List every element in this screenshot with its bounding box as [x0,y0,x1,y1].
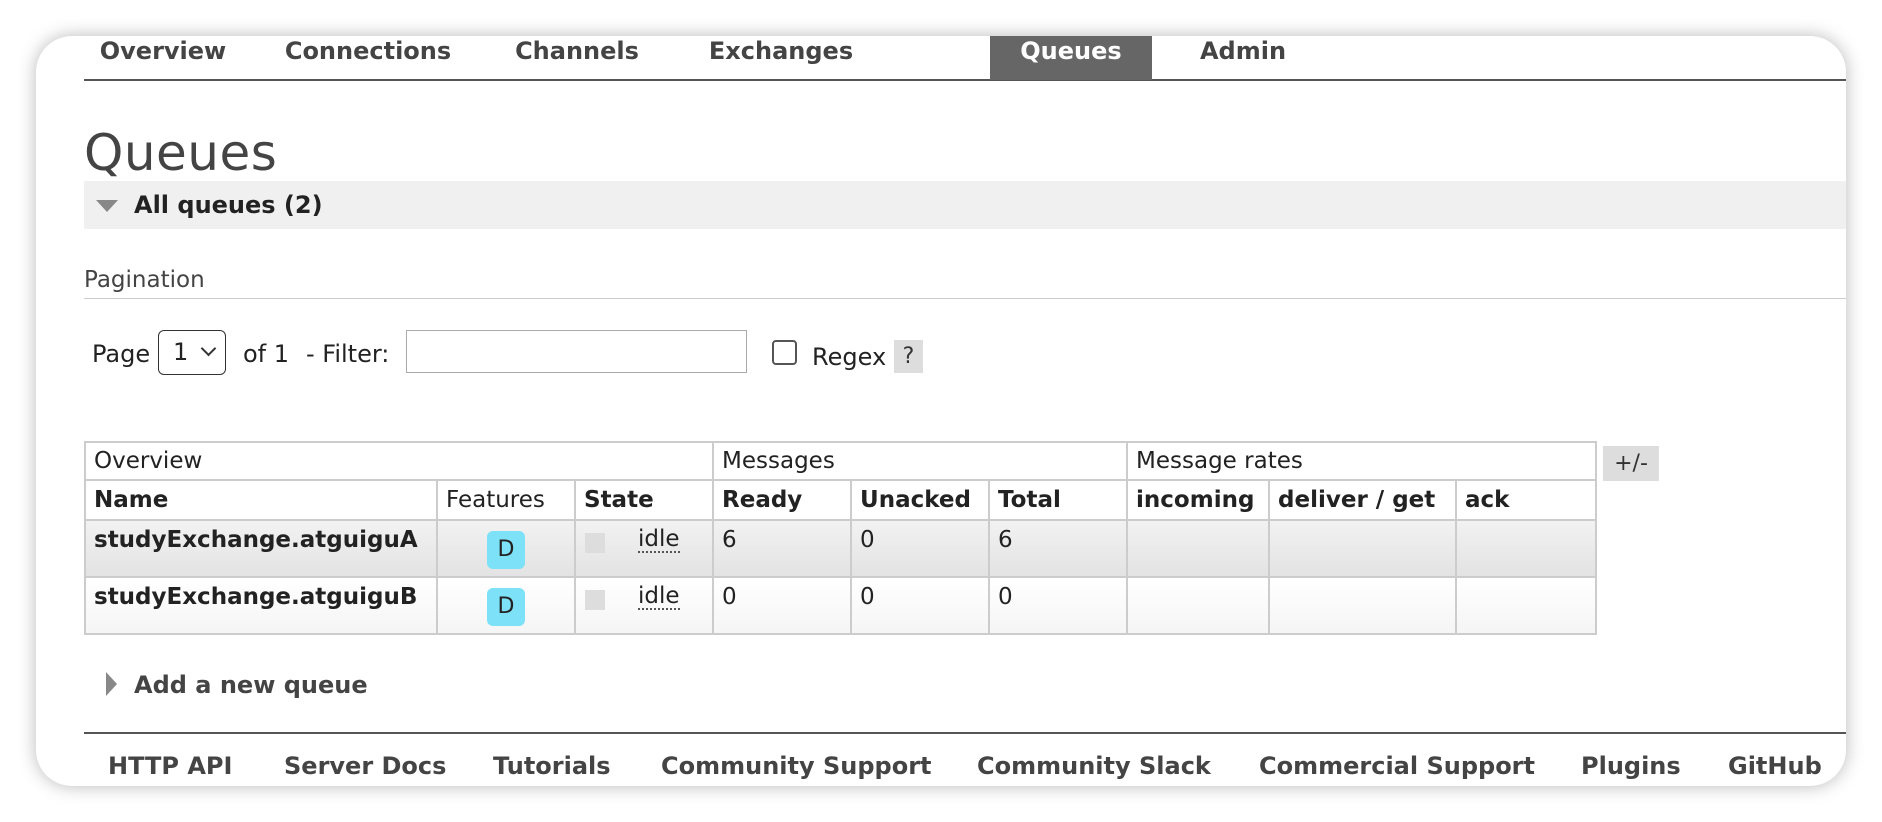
state-cell: idle [573,576,715,635]
all-queues-section-toggle[interactable]: All queues (2) [84,181,1846,229]
features-cell: D [436,576,576,635]
total-count: 6 [988,519,1129,578]
footer-link-community-slack[interactable]: Community Slack [977,752,1211,780]
column-header-name[interactable]: Name [84,479,438,521]
unacked-count: 0 [850,576,991,635]
durable-badge: D [487,531,525,569]
page-select[interactable]: 1 [158,330,226,375]
regex-help-button[interactable]: ? [894,340,923,373]
page-title: Queues [84,124,278,182]
incoming-rate [1126,519,1271,578]
nav-channels[interactable]: Channels [492,36,662,80]
state-indicator-icon [585,590,605,610]
unacked-count: 0 [850,519,991,578]
total-count: 0 [988,576,1129,635]
footer-divider [84,732,1846,734]
durable-badge: D [487,588,525,626]
nav-admin[interactable]: Admin [1182,36,1304,80]
footer-link-tutorials[interactable]: Tutorials [493,752,611,780]
ack-rate [1455,519,1598,578]
collapse-triangle-icon [96,200,118,212]
ready-count: 6 [712,519,853,578]
filter-label: - Filter: [306,340,390,368]
column-header-deliver-get[interactable]: deliver / get [1268,479,1458,521]
nav-overview[interactable]: Overview [84,36,242,80]
column-header-features: Features [436,479,576,521]
expand-triangle-icon [106,672,117,696]
ack-rate [1455,576,1598,635]
column-header-state[interactable]: State [573,479,715,521]
nav-exchanges[interactable]: Exchanges [686,36,876,80]
regex-checkbox[interactable] [772,340,797,365]
pagination-heading: Pagination [84,267,205,293]
state-label: idle [638,583,680,610]
app-window: Overview Connections Channels Exchanges … [36,36,1846,786]
divider [84,298,1846,299]
footer-link-github[interactable]: GitHub [1728,752,1822,780]
group-header-messages: Messages [712,441,1129,481]
column-header-unacked[interactable]: Unacked [850,479,991,521]
footer-link-community-support[interactable]: Community Support [661,752,932,780]
column-header-incoming[interactable]: incoming [1126,479,1271,521]
footer-link-server-docs[interactable]: Server Docs [284,752,446,780]
regex-label: Regex [812,343,887,371]
page-count-label: of 1 [243,340,290,368]
chevron-down-icon [200,340,217,357]
main-nav: Overview Connections Channels Exchanges … [84,36,1846,81]
queue-name-link[interactable]: studyExchange.atguiguB [84,576,438,635]
nav-queues[interactable]: Queues [990,36,1152,80]
state-cell: idle [573,519,715,578]
table-row: studyExchange.atguiguA D idle 6 0 6 [84,519,1598,578]
page-select-value: 1 [173,338,189,366]
deliver-get-rate [1268,576,1458,635]
state-label: idle [638,526,680,553]
column-header-total[interactable]: Total [988,479,1129,521]
ready-count: 0 [712,576,853,635]
column-toggle-button[interactable]: +/- [1603,446,1659,481]
state-indicator-icon [585,533,605,553]
queue-name-link[interactable]: studyExchange.atguiguA [84,519,438,578]
column-header-ready[interactable]: Ready [712,479,853,521]
add-queue-toggle[interactable]: Add a new queue [134,671,368,699]
page-label: Page [92,340,151,368]
section-label: All queues (2) [134,191,323,219]
footer-link-commercial-support[interactable]: Commercial Support [1259,752,1535,780]
table-row: studyExchange.atguiguB D idle 0 0 0 [84,576,1598,635]
features-cell: D [436,519,576,578]
filter-input[interactable] [406,330,747,373]
footer-link-plugins[interactable]: Plugins [1581,752,1681,780]
column-header-ack[interactable]: ack [1455,479,1598,521]
group-header-message-rates: Message rates [1126,441,1598,481]
incoming-rate [1126,576,1271,635]
nav-connections[interactable]: Connections [268,36,468,80]
queues-table: Overview Messages Message rates Name Fea… [83,441,1598,635]
footer-link-http-api[interactable]: HTTP API [108,752,232,780]
deliver-get-rate [1268,519,1458,578]
group-header-overview: Overview [83,441,715,481]
